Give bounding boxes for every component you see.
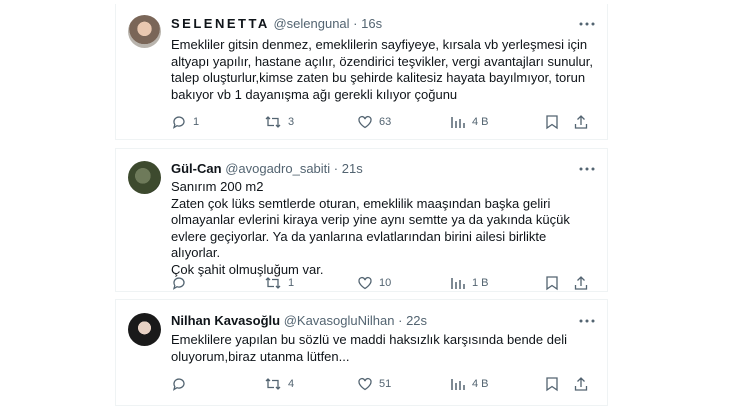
tweet-card[interactable]: Gül-Can @avogadro_sabiti · 21s Sanırım 2…: [115, 148, 608, 292]
display-name[interactable]: Nilhan Kavasoğlu: [171, 313, 280, 328]
handle[interactable]: @avogadro_sabiti: [225, 161, 330, 176]
reply-icon: [171, 376, 187, 392]
bookmark-button[interactable]: [545, 274, 559, 292]
more-icon[interactable]: [579, 161, 595, 177]
more-icon[interactable]: [579, 16, 595, 32]
retweet-icon: [264, 114, 282, 130]
timestamp[interactable]: 22s: [406, 313, 427, 328]
handle[interactable]: @KavasogluNilhan: [284, 313, 395, 328]
retweet-button[interactable]: 3: [264, 113, 294, 131]
bookmark-icon: [545, 114, 559, 130]
tweet-actions: 1 10 1 B: [171, 274, 597, 292]
views-icon: [450, 376, 466, 392]
tweet-text: Emekliler gitsin denmez, emeklilerin say…: [171, 37, 593, 102]
display-name[interactable]: SELENETTA: [171, 16, 270, 31]
retweet-button[interactable]: 1: [264, 274, 294, 292]
reply-button[interactable]: 1: [171, 113, 199, 131]
reply-button[interactable]: [171, 274, 193, 292]
like-button[interactable]: 10: [357, 274, 391, 292]
views-count: 1 B: [472, 277, 489, 289]
retweet-count: 4: [288, 378, 295, 390]
like-button[interactable]: 51: [357, 375, 391, 393]
tweet-header: SELENETTA @selengunal · 16s: [171, 16, 382, 32]
retweet-count: 3: [288, 116, 295, 128]
like-icon: [357, 376, 373, 392]
tweet-header: Gül-Can @avogadro_sabiti · 21s: [171, 161, 363, 177]
reply-icon: [171, 114, 187, 130]
views-icon: [450, 114, 466, 130]
tweet-text: Sanırım 200 m2 Zaten çok lüks semtlerde …: [171, 179, 570, 277]
separator: ·: [398, 313, 403, 328]
retweet-count: 1: [288, 277, 295, 289]
share-button[interactable]: [573, 113, 589, 131]
bookmark-icon: [545, 376, 559, 392]
reply-button[interactable]: [171, 375, 193, 393]
like-count: 51: [379, 378, 392, 390]
share-icon: [573, 114, 589, 130]
timestamp[interactable]: 21s: [342, 161, 363, 176]
avatar[interactable]: [128, 15, 161, 48]
like-icon: [357, 114, 373, 130]
views-count: 4 B: [472, 378, 489, 390]
tweet-header: Nilhan Kavasoğlu @KavasogluNilhan · 22s: [171, 313, 427, 329]
bookmark-button[interactable]: [545, 375, 559, 393]
tweet-text: Emeklilere yapılan bu sözlü ve maddi hak…: [171, 332, 567, 364]
like-icon: [357, 275, 373, 291]
like-count: 63: [379, 116, 392, 128]
like-button[interactable]: 63: [357, 113, 391, 131]
views-button[interactable]: 4 B: [450, 113, 489, 131]
views-icon: [450, 275, 466, 291]
share-icon: [573, 376, 589, 392]
retweet-icon: [264, 275, 282, 291]
reply-icon: [171, 275, 187, 291]
separator: ·: [333, 161, 339, 176]
tweet-card[interactable]: SELENETTA @selengunal · 16s Emekliler gi…: [115, 4, 608, 140]
share-button[interactable]: [573, 274, 589, 292]
separator: ·: [353, 16, 358, 31]
like-count: 10: [379, 277, 392, 289]
share-icon: [573, 275, 589, 291]
tweet-card[interactable]: Nilhan Kavasoğlu @KavasogluNilhan · 22s …: [115, 299, 608, 406]
share-button[interactable]: [573, 375, 589, 393]
handle[interactable]: @selengunal: [273, 16, 349, 31]
more-icon[interactable]: [579, 313, 595, 329]
views-button[interactable]: 4 B: [450, 375, 489, 393]
avatar[interactable]: [128, 313, 161, 346]
reply-count: 1: [193, 116, 200, 128]
tweet-actions: 1 3 63 4 B: [171, 113, 597, 131]
retweet-button[interactable]: 4: [264, 375, 294, 393]
tweet-actions: 4 51 4 B: [171, 375, 597, 393]
timestamp[interactable]: 16s: [361, 16, 382, 31]
display-name[interactable]: Gül-Can: [171, 161, 222, 176]
bookmark-button[interactable]: [545, 113, 559, 131]
retweet-icon: [264, 376, 282, 392]
avatar[interactable]: [128, 161, 161, 194]
views-count: 4 B: [472, 116, 489, 128]
bookmark-icon: [545, 275, 559, 291]
views-button[interactable]: 1 B: [450, 274, 489, 292]
